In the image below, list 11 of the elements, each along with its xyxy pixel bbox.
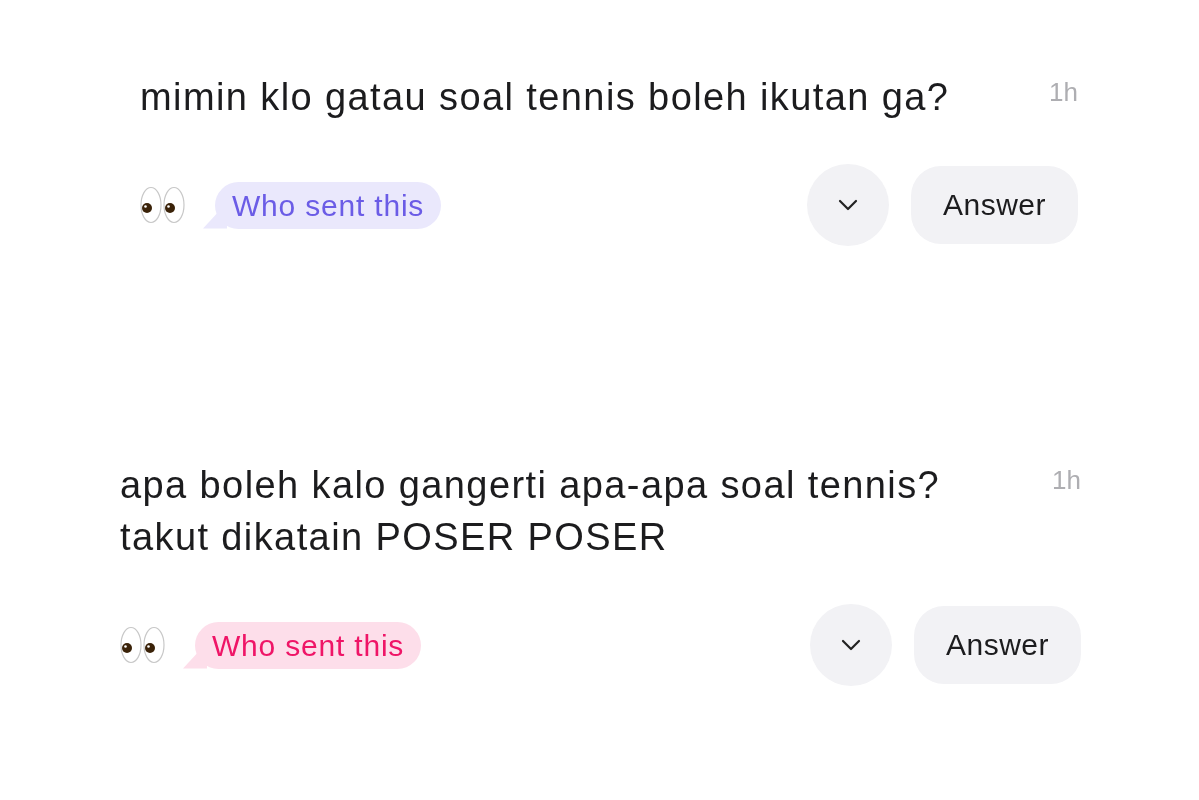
- timestamp: 1h: [1049, 76, 1078, 109]
- answer-button[interactable]: Answer: [910, 166, 1078, 244]
- chevron-down-icon: [840, 639, 861, 651]
- answer-button[interactable]: Answer: [913, 606, 1081, 684]
- who-sent-this-button[interactable]: Who sent this: [203, 181, 442, 229]
- question-text: apa boleh kalo gangerti apa-apa soal tennis? takut dikatain POSER POSER: [120, 463, 942, 560]
- eyes-emoji-icon: [120, 626, 166, 664]
- timestamp: 1h: [1052, 464, 1081, 497]
- question-text: mimin klo gatau soal tennis boleh ikutan ga?: [140, 75, 951, 120]
- chevron-down-icon: [837, 199, 858, 211]
- eyes-emoji-icon: [140, 186, 186, 224]
